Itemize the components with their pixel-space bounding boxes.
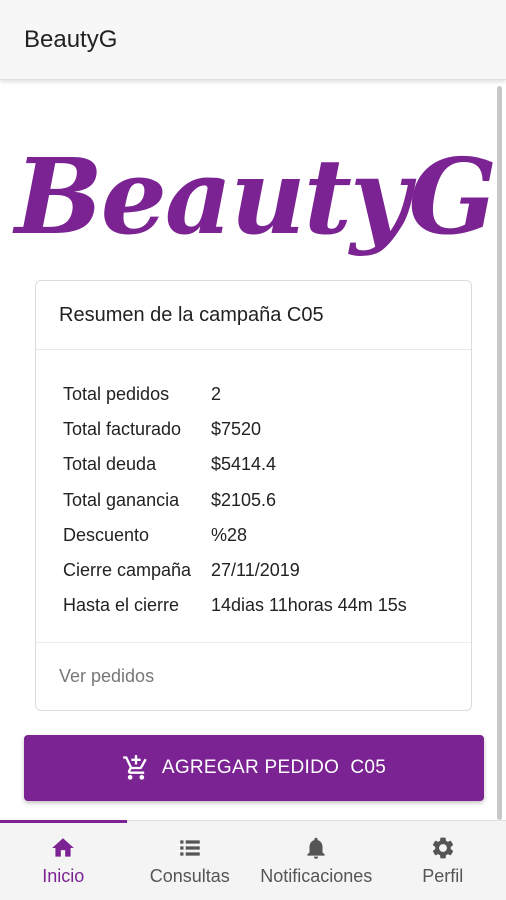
active-tab-indicator [0, 820, 127, 823]
app-bar: BeautyG [0, 0, 506, 80]
summary-label: Total pedidos [63, 384, 170, 405]
card-title: Resumen de la campaña C05 [36, 281, 471, 350]
brand-logo: BeautyG [15, 121, 497, 271]
summary-value: 14dias 11horas 44m 15s [211, 595, 407, 616]
add-order-label: AGREGAR PEDIDO C05 [161, 757, 387, 778]
summary-row-total-deuda: Total deuda $5414.4 [63, 447, 471, 482]
brand-logo-text: BeautyG [14, 134, 497, 258]
summary-value: $7520 [211, 419, 262, 440]
bottom-navigation: Inicio Consultas Notificaciones Perfil [0, 820, 506, 900]
nav-label: Perfil [422, 865, 464, 886]
gear-icon [432, 837, 453, 858]
summary-label: Total ganancia [63, 489, 180, 510]
summary-value: 27/11/2019 [211, 560, 300, 581]
nav-label: Inicio [42, 865, 85, 886]
nav-item-notificaciones[interactable]: Notificaciones [253, 821, 380, 900]
summary-list: Total pedidos 2 Total facturado $7520 To… [36, 350, 471, 623]
campaign-summary-card: Resumen de la campaña C05 Total pedidos … [35, 280, 472, 711]
summary-label: Total facturado [63, 419, 182, 440]
bell-icon [307, 837, 325, 859]
add-order-button[interactable]: AGREGAR PEDIDO C05 [24, 735, 484, 801]
summary-value: $2105.6 [211, 489, 277, 510]
nav-item-inicio[interactable]: Inicio [0, 820, 127, 900]
summary-value: $5414.4 [211, 454, 277, 475]
nav-item-perfil[interactable]: Perfil [380, 821, 506, 900]
summary-label: Descuento [63, 524, 150, 545]
summary-label: Hasta el cierre [63, 595, 180, 616]
nav-item-consultas[interactable]: Consultas [127, 821, 254, 900]
summary-row-descuento: Descuento %28 [63, 518, 471, 553]
home-icon [52, 837, 75, 857]
summary-label: Total deuda [63, 454, 157, 475]
list-icon [180, 839, 200, 856]
main-content: BeautyG Resumen de la campaña C05 Total … [0, 81, 506, 820]
summary-row-cierre-campana: Cierre campaña 27/11/2019 [63, 553, 471, 588]
summary-value: %28 [211, 524, 248, 545]
add-shopping-cart-icon [123, 755, 147, 780]
nav-label: Consultas [149, 865, 230, 886]
summary-row-total-facturado: Total facturado $7520 [63, 412, 471, 447]
ver-pedidos-link[interactable]: Ver pedidos [36, 642, 471, 710]
app-title: BeautyG [24, 25, 118, 53]
summary-row-hasta-el-cierre: Hasta el cierre 14dias 11horas 44m 15s [63, 588, 471, 623]
summary-value: 2 [211, 384, 222, 405]
scrollbar[interactable] [497, 86, 502, 820]
nav-label: Notificaciones [260, 865, 373, 886]
summary-row-total-ganancia: Total ganancia $2105.6 [63, 483, 471, 518]
summary-label: Cierre campaña [63, 560, 192, 581]
summary-row-total-pedidos: Total pedidos 2 [63, 377, 471, 412]
